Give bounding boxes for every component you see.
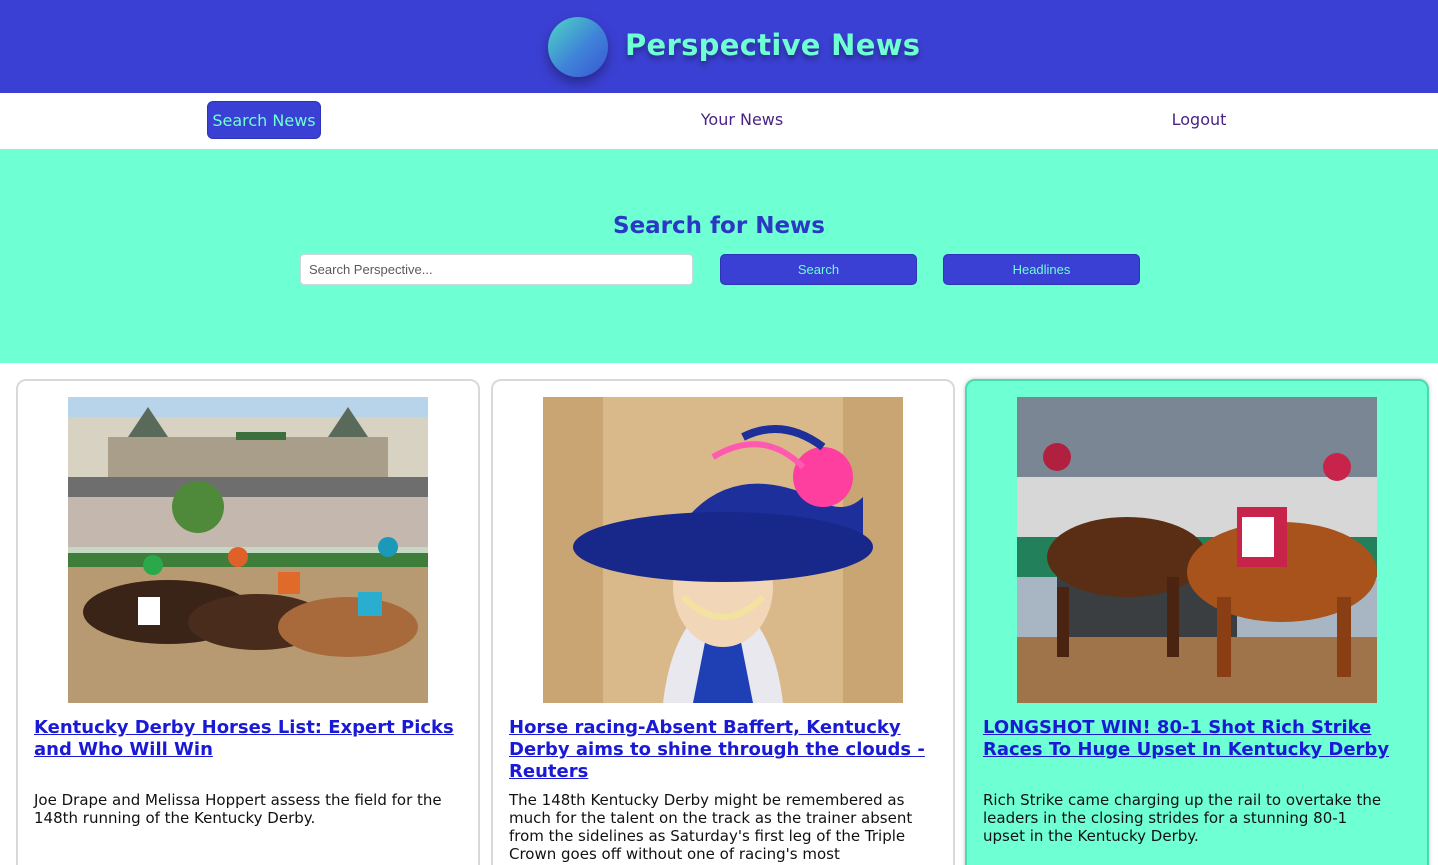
search-button[interactable]: Search xyxy=(720,254,917,285)
logo-icon xyxy=(548,17,608,77)
rich-strike-image[interactable] xyxy=(1017,397,1377,703)
article-title-link[interactable]: Kentucky Derby Horses List: Expert Picks… xyxy=(34,717,474,761)
article-card: Horse racing-Absent Baffert, Kentucky De… xyxy=(491,379,955,865)
headlines-button[interactable]: Headlines xyxy=(943,254,1140,285)
article-description: The 148th Kentucky Derby might be rememb… xyxy=(509,791,913,865)
search-title: Search for News xyxy=(613,213,825,239)
app-header: Perspective News xyxy=(0,0,1438,93)
nav-logout[interactable]: Logout xyxy=(1160,101,1238,139)
article-description: Rich Strike came charging up the rail to… xyxy=(983,791,1382,845)
article-title-link[interactable]: Horse racing-Absent Baffert, Kentucky De… xyxy=(509,717,949,783)
search-input[interactable] xyxy=(300,254,693,285)
nav-search-news[interactable]: Search News xyxy=(207,101,321,139)
main-nav: Search News Your News Logout xyxy=(0,93,1438,149)
article-card: LONGSHOT WIN! 80-1 Shot Rich Strike Race… xyxy=(965,379,1429,865)
horse-race-image[interactable] xyxy=(68,397,428,703)
derby-hat-image[interactable] xyxy=(543,397,903,703)
app-title: Perspective News xyxy=(625,28,921,62)
article-title-link[interactable]: LONGSHOT WIN! 80-1 Shot Rich Strike Race… xyxy=(983,717,1423,761)
article-card: Kentucky Derby Horses List: Expert Picks… xyxy=(16,379,480,865)
nav-your-news[interactable]: Your News xyxy=(692,101,792,139)
article-description: Joe Drape and Melissa Hoppert assess the… xyxy=(34,791,442,827)
search-section: Search for News Search Headlines xyxy=(0,149,1438,363)
